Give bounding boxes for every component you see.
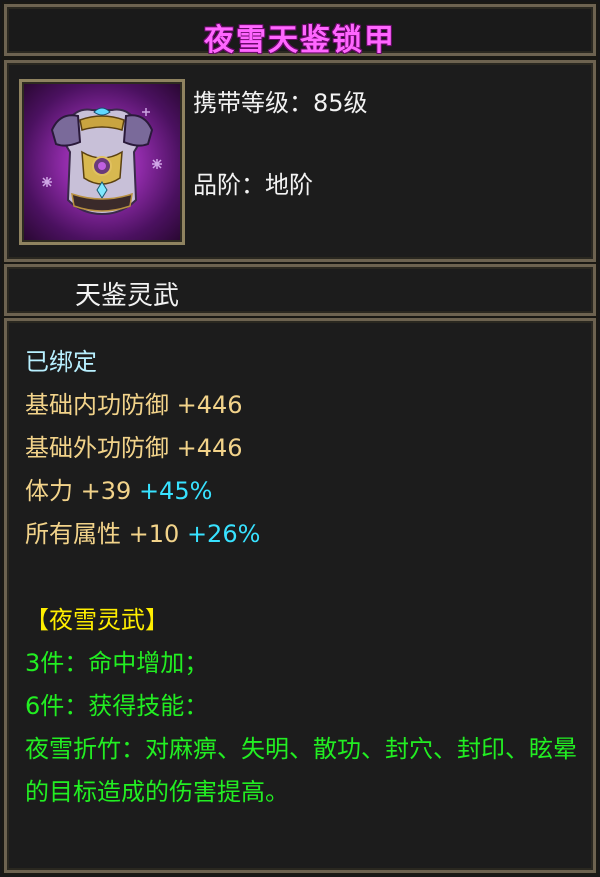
item-header: 携带等级：85级 品阶：地阶 (4, 60, 596, 262)
stat-label: 基础外功防御 (25, 434, 169, 462)
stat-percent: +45% (138, 477, 213, 505)
stat-outer-defense: 基础外功防御 +446 (25, 427, 583, 470)
set-bonus-title: 【夜雪灵武】 (25, 606, 169, 634)
bound-status: 已绑定 (25, 348, 97, 376)
stat-value: +446 (176, 391, 243, 419)
stat-label: 所有属性 (25, 520, 121, 548)
item-name: 夜雪天鉴锁甲 (204, 23, 396, 58)
stat-inner-defense: 基础内功防御 +446 (25, 384, 583, 427)
set-bonus-3: 3件：命中增加； (25, 649, 209, 677)
set-bonus-6: 6件：获得技能： (25, 692, 209, 720)
armor-image (42, 107, 162, 216)
set-bar: 天鉴灵武 (4, 264, 596, 316)
stat-percent: +26% (186, 520, 261, 548)
armor-vest-icon (19, 79, 185, 245)
stat-all-attributes: 所有属性 +10 +26% (25, 513, 583, 556)
item-details: 已绑定 基础内功防御 +446 基础外功防御 +446 体力 +39 +45% … (4, 318, 596, 873)
carry-level: 携带等级：85级 (193, 83, 368, 118)
stat-value: +39 (80, 477, 132, 505)
carry-level-value: 85级 (313, 89, 368, 117)
item-grade: 品阶：地阶 (193, 165, 313, 200)
stat-stamina: 体力 +39 +45% (25, 470, 583, 513)
stat-label: 基础内功防御 (25, 391, 169, 419)
stat-value: +10 (128, 520, 180, 548)
title-bar: 夜雪天鉴锁甲 (4, 4, 596, 58)
carry-level-label: 携带等级： (193, 89, 313, 117)
grade-label: 品阶： (193, 171, 265, 199)
set-name: 天鉴灵武 (75, 281, 180, 311)
stat-label: 体力 (25, 477, 73, 505)
item-tooltip: 夜雪天鉴锁甲 携带等级：85级 品阶：地阶 天鉴灵武 已绑定 基础内功防御 +4… (0, 0, 600, 877)
stat-value: +446 (176, 434, 243, 462)
set-skill-description: 夜雪折竹：对麻痹、失明、散功、封穴、封印、眩晕的目标造成的伤害提高。 (25, 735, 577, 806)
grade-value: 地阶 (265, 171, 313, 199)
